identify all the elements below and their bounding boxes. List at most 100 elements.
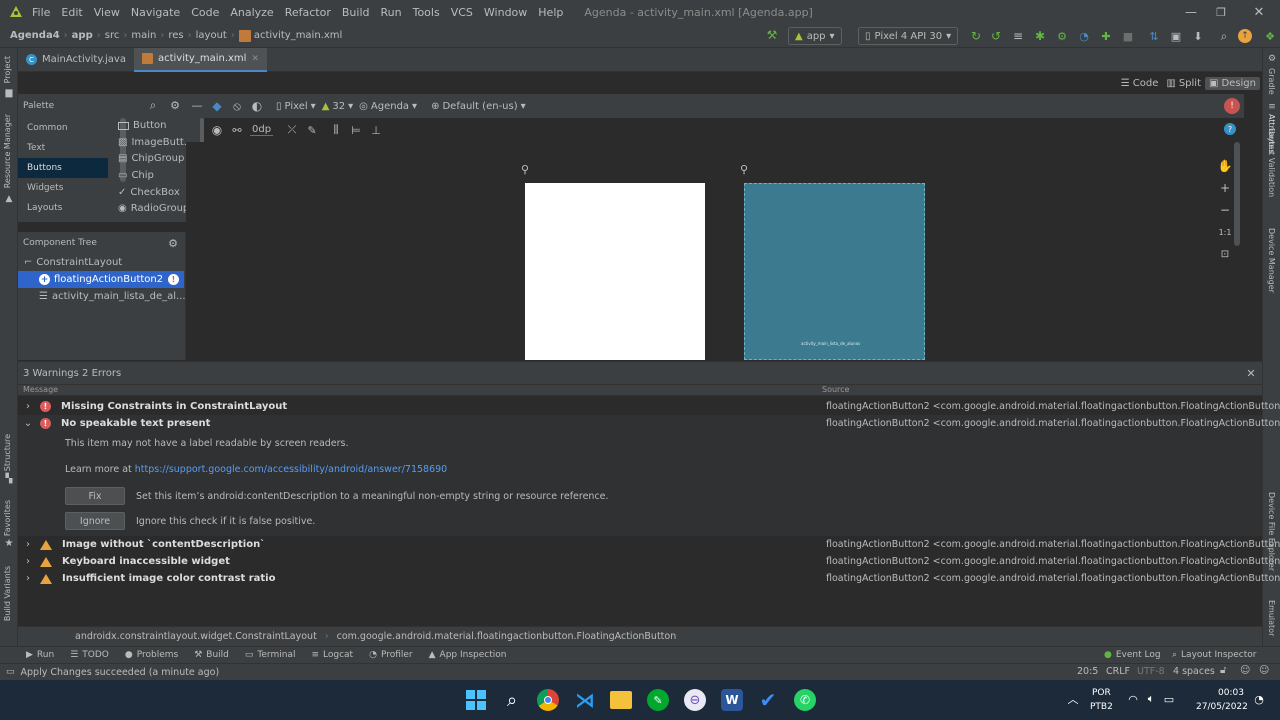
updates-icon[interactable]: ↑ [1238,29,1252,43]
structure-icon[interactable]: ≡ [1010,28,1026,44]
menu-view[interactable]: View [94,6,120,19]
side-tab-gradle[interactable]: Gradle [1267,68,1276,95]
attach-debugger-icon[interactable]: ⚙ [1054,28,1070,44]
column-source[interactable]: Source [822,385,849,394]
view-mode-split[interactable]: ▥ Split [1162,77,1205,90]
input-language-bottom[interactable]: PTB2 [1090,702,1113,712]
input-language-top[interactable]: POR [1092,688,1111,698]
tool-tab-run[interactable]: ▶ Run [26,650,54,660]
gear-icon[interactable]: ⚙ [166,236,180,250]
menu-navigate[interactable]: Navigate [131,6,180,19]
menu-tools[interactable]: Tools [413,6,440,19]
search-icon[interactable]: ⌕ [1216,28,1232,44]
infer-constraints-icon[interactable]: ✎ [305,123,319,137]
menu-edit[interactable]: Edit [61,6,82,19]
device-select[interactable]: ▯ Pixel 4 API 30 ▾ [858,27,959,45]
wifi-icon[interactable]: ◠ [1126,692,1140,706]
blueprint-surface-preview[interactable]: activity_main_lista_de_alunos [744,183,925,360]
battery-icon[interactable]: ▭ [1162,692,1176,706]
menu-analyze[interactable]: Analyze [230,6,273,19]
device-preview-select[interactable]: ▯ Pixel ▾ [276,101,316,112]
locale-select[interactable]: ⊕ Default (en-us) ▾ [431,101,526,112]
canvas-scrollbar[interactable] [1234,142,1240,246]
close-panel-icon[interactable]: ✕ [1244,366,1258,380]
issue-row[interactable]: › Image without `contentDescription` flo… [18,536,1280,553]
fix-button[interactable]: Fix [65,487,125,505]
clock-time[interactable]: 00:03 [1218,688,1244,698]
tool-tab-event-log[interactable]: ● Event Log [1104,650,1161,660]
palette-category-widgets[interactable]: Widgets [18,178,108,198]
tool-tab-terminal[interactable]: ▭ Terminal [245,650,296,660]
palette-category-buttons[interactable]: Buttons [18,158,108,178]
lock-icon[interactable]: 🔓︎ [1220,665,1226,676]
autoconnect-icon[interactable]: ⚯ [230,123,244,137]
todo-check-icon[interactable]: ✔ [757,688,779,712]
palette-category-text[interactable]: Text [18,138,108,158]
zoom-actual-size-button[interactable]: 1:1 [1216,223,1234,241]
apply-code-changes-icon[interactable]: ↺ [988,28,1004,44]
pan-hand-icon[interactable]: ✋ [1216,157,1234,175]
settings-icon[interactable]: ❖ [1262,28,1278,44]
minimize-window-icon[interactable]: — [1176,0,1206,24]
breadcrumb-res[interactable]: res [168,30,183,41]
menu-run[interactable]: Run [381,6,402,19]
tree-node-constraintlayout[interactable]: ⌐ ConstraintLayout [18,254,185,271]
chrome-icon[interactable] [537,689,559,711]
issue-row-expanded[interactable]: ⌄ ! No speakable text present floatingAc… [18,415,1280,432]
issue-row[interactable]: › ! Missing Constraints in ConstraintLay… [18,398,1280,415]
vscode-icon[interactable]: ⋊ [574,688,596,712]
side-tab-device-manager[interactable]: Device Manager [1267,228,1276,293]
path-floatingactionbutton[interactable]: com.google.android.material.floatingacti… [337,631,677,642]
zoom-to-fit-icon[interactable]: ⊡ [1216,245,1234,263]
api-level-select[interactable]: ▲ 32 ▾ [322,101,353,112]
menu-vcs[interactable]: VCS [451,6,473,19]
status-window-icon[interactable]: ▭ [6,667,15,677]
device-manager-icon[interactable]: ▣ [1168,28,1184,44]
view-mode-design[interactable]: ▣ Design [1205,76,1260,90]
side-tab-project[interactable]: Project [3,56,12,83]
system-tray-chevron-up-icon[interactable]: ︿ [1066,692,1080,706]
zoom-out-icon[interactable]: − [1216,201,1234,219]
hammer-build-icon[interactable]: ⚒ [764,27,780,43]
file-encoding[interactable]: UTF-8 [1137,666,1165,677]
menu-help[interactable]: Help [538,6,563,19]
breadcrumb-file[interactable]: activity_main.xml [254,30,342,41]
error-indicator-icon[interactable]: ! [1224,98,1240,114]
app-icon[interactable]: ⊖ [684,689,706,711]
menu-file[interactable]: File [32,6,50,19]
side-tab-emulator[interactable]: Emulator [1267,600,1276,636]
orientation-icon[interactable]: ⦸ [230,99,244,113]
layers-icon[interactable]: ◆ [210,99,224,113]
side-tab-layout-validation[interactable]: Layout Validation [1267,128,1276,197]
close-tab-icon[interactable]: ✕ [251,54,259,64]
debug-icon[interactable]: ✱ [1032,28,1048,44]
theme-select[interactable]: ◎ Agenda ▾ [359,101,417,112]
restore-window-icon[interactable]: ❐ [1206,0,1236,24]
menu-code[interactable]: Code [191,6,219,19]
close-window-icon[interactable]: ✕ [1244,0,1274,24]
chevron-right-icon[interactable]: › [20,573,36,584]
tool-tab-todo[interactable]: ☰ TODO [70,650,109,660]
design-surface-preview[interactable] [525,183,705,360]
ignore-button[interactable]: Ignore [65,512,125,530]
breadcrumb-layout[interactable]: layout [196,30,227,41]
column-message[interactable]: Message [23,385,58,394]
menu-refactor[interactable]: Refactor [285,6,331,19]
file-explorer-icon[interactable] [610,691,632,709]
sdk-manager-icon[interactable]: ⬇ [1190,28,1206,44]
breadcrumb-app[interactable]: app [72,30,93,41]
design-canvas[interactable]: ⚲ ⚲ activity_main_lista_de_alunos ✋ + − … [186,142,1244,360]
side-tab-structure[interactable]: Structure [3,434,12,471]
indent-setting[interactable]: 4 spaces [1173,666,1215,677]
line-separator[interactable]: CRLF [1106,666,1130,677]
breadcrumb-project[interactable]: Agenda4 [10,30,60,41]
chevron-down-icon[interactable]: ⌄ [20,418,36,429]
tool-tab-app-inspection[interactable]: ▲ App Inspection [429,650,507,660]
notifications-icon[interactable]: ◔ [1252,692,1266,706]
path-constraintlayout[interactable]: androidx.constraintlayout.widget.Constra… [75,631,317,642]
menu-window[interactable]: Window [484,6,527,19]
breadcrumb-src[interactable]: src [105,30,120,41]
menu-build[interactable]: Build [342,6,370,19]
view-options-eye-icon[interactable]: ◉ [210,123,224,137]
palette-item-button[interactable]: Button [118,118,198,135]
